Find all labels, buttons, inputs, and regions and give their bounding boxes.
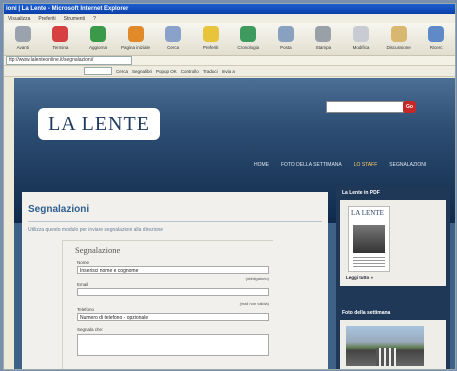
- name-field[interactable]: Inserisci nome e cognome: [77, 266, 269, 274]
- phone-field[interactable]: Numero di telefono - opzionale: [77, 313, 269, 321]
- window-title: ioni | La Lente - Microsoft Internet Exp…: [4, 4, 455, 14]
- site-search-button[interactable]: Go: [403, 101, 416, 113]
- main-content: Segnalazioni Utilizza questo modulo per …: [22, 192, 328, 369]
- photo-of-week[interactable]: [346, 326, 424, 366]
- address-bar: ttp://www.lalenteonline.it/segnalazioni/: [4, 56, 455, 66]
- toolbar-button-0[interactable]: Avanti: [4, 26, 42, 50]
- toolbar-button-1[interactable]: Termina: [42, 26, 80, 50]
- email-label: Email: [77, 282, 89, 287]
- read-all-link[interactable]: Leggi tutto »: [346, 275, 373, 280]
- menu-item-preferiti[interactable]: Preferiti: [38, 16, 55, 22]
- email-invalid-note: (mail non valida): [239, 301, 269, 306]
- main-nav: HOME FOTO DELLA SETTIMANA LO STAFF SEGNA…: [254, 162, 426, 168]
- toolbar-button-label: Stampa: [315, 45, 332, 50]
- toolbar-button-6[interactable]: Cronologia: [229, 26, 267, 50]
- history-icon: [240, 26, 257, 42]
- photo-box: [340, 320, 446, 369]
- message-label: Segnala che:: [77, 327, 104, 332]
- toolbar-button-label: Preferiti: [202, 45, 219, 50]
- toolbar-button-label: Pagina iniziale: [121, 45, 151, 50]
- toolbar-button-label: Aggiorna: [88, 45, 107, 50]
- toolbar-button-10[interactable]: Discussione: [380, 26, 418, 50]
- sidebar: La Lente in PDF LA LENTE Leggi tutto » F…: [336, 186, 450, 369]
- search-icon: [165, 26, 182, 42]
- toolbar-search-button[interactable]: Cerca: [116, 69, 128, 74]
- toolbar-button-label: Modifica: [352, 45, 370, 50]
- name-label: Nome: [77, 260, 90, 265]
- pdf-cover-text: [353, 257, 385, 267]
- mail-icon: [277, 26, 294, 42]
- pdf-box: LA LENTE Leggi tutto »: [340, 200, 446, 286]
- toolbar-button-label: Avanti: [16, 45, 29, 50]
- forward-icon: [14, 26, 31, 42]
- print-icon: [315, 26, 332, 42]
- address-input[interactable]: ttp://www.lalenteonline.it/segnalazioni/: [6, 56, 132, 65]
- toolbar-button-3[interactable]: Pagina iniziale: [117, 26, 155, 50]
- toolbar-button-label: Posta: [280, 45, 292, 50]
- toolbar-button-2[interactable]: Aggiorna: [79, 26, 117, 50]
- pdf-cover-masthead: LA LENTE: [351, 209, 384, 217]
- phone-label: Telefono: [77, 307, 95, 312]
- toolbar-button-11[interactable]: Ricerc: [417, 26, 455, 50]
- toolbar-button-7[interactable]: Posta: [267, 26, 305, 50]
- home-icon: [127, 26, 144, 42]
- favorites-icon: [202, 26, 219, 42]
- web-page: Go LA LENTE HOME FOTO DELLA SETTIMANA LO…: [14, 78, 455, 369]
- nav-home[interactable]: HOME: [254, 162, 269, 168]
- report-form: Segnalazione Nome Inserisci nome e cogno…: [62, 240, 273, 369]
- page-title: Segnalazioni: [28, 204, 90, 215]
- nav-segnalazioni[interactable]: SEGNALAZIONI: [389, 162, 426, 168]
- discuss-icon: [390, 26, 407, 42]
- bookmarks-button[interactable]: Segnalibri: [132, 69, 152, 74]
- toolbar-button-4[interactable]: Cerca: [154, 26, 192, 50]
- photo-section-title: Foto della settimana: [342, 310, 391, 316]
- toolbar-button-9[interactable]: Modifica: [342, 26, 380, 50]
- toolbar-button-8[interactable]: Stampa: [305, 26, 343, 50]
- toolbar-search-input[interactable]: [84, 67, 112, 75]
- menu-bar: Visualizza Preferiti Strumenti ?: [4, 14, 455, 23]
- page-intro: Utilizza questo modulo per inviare segna…: [28, 227, 164, 233]
- site-logo[interactable]: LA LENTE: [38, 108, 160, 140]
- site-search-input[interactable]: [326, 101, 404, 113]
- refresh-icon: [89, 26, 106, 42]
- toolbar-button-5[interactable]: Preferiti: [192, 26, 230, 50]
- email-field[interactable]: [77, 288, 269, 296]
- menu-item-strumenti[interactable]: Strumenti: [64, 16, 85, 22]
- toolbar-button-label: Discussione: [386, 45, 411, 50]
- toolbar-button-label: Cronologia: [237, 45, 260, 50]
- pdf-cover-thumbnail[interactable]: LA LENTE: [348, 206, 390, 272]
- send-to-button[interactable]: Invia a: [222, 69, 235, 74]
- popup-blocker-button[interactable]: Popup OK: [156, 69, 177, 74]
- nav-staff[interactable]: LO STAFF: [354, 162, 378, 168]
- toolbar-button-label: Cerca: [167, 45, 180, 50]
- form-legend: Segnalazione: [75, 245, 121, 255]
- title-divider: [28, 221, 322, 222]
- browser-window: ioni | La Lente - Microsoft Internet Exp…: [3, 3, 456, 370]
- research-icon: [428, 26, 445, 42]
- stop-icon: [52, 26, 69, 42]
- menu-item-help[interactable]: ?: [93, 16, 96, 22]
- name-required-note: (obbligatorio): [245, 276, 269, 281]
- message-textarea[interactable]: [77, 334, 269, 356]
- standard-toolbar: Avanti Termina Aggiorna Pagina iniziale Cerc…: [4, 23, 455, 56]
- crosswalk-image: [376, 348, 396, 366]
- edit-icon: [352, 26, 369, 42]
- toolbar-button-label: Termina: [52, 45, 69, 50]
- pdf-cover-photo: [353, 225, 385, 253]
- spellcheck-button[interactable]: Controllo: [181, 69, 199, 74]
- links-toolbar: Cerca Segnalibri Popup OK Controllo Trad…: [4, 66, 455, 77]
- pdf-section-title: La Lente in PDF: [342, 190, 380, 196]
- menu-item-visualizza[interactable]: Visualizza: [8, 16, 30, 22]
- translate-button[interactable]: Traduci: [203, 69, 218, 74]
- toolbar-button-label: Ricerc: [429, 45, 443, 50]
- nav-foto-settimana[interactable]: FOTO DELLA SETTIMANA: [281, 162, 342, 168]
